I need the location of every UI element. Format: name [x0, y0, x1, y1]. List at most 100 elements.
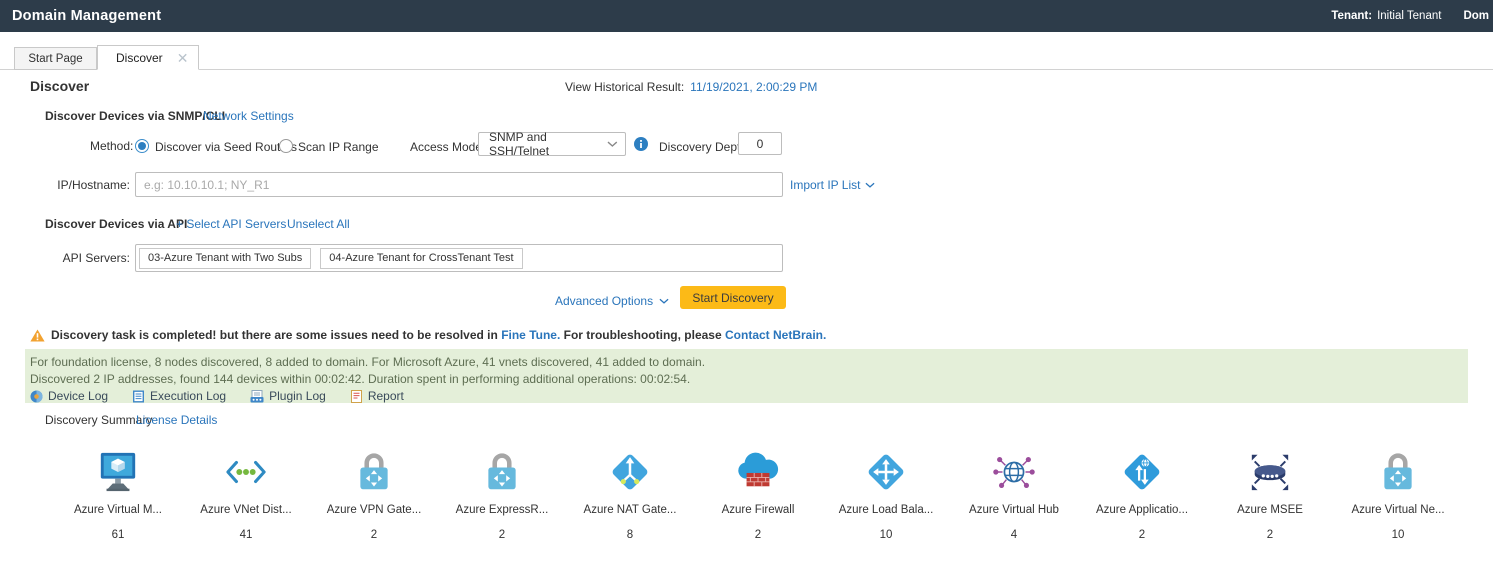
summary-item-azure-load-balancer[interactable]: Azure Load Bala... 10 [822, 448, 950, 541]
radio-scan-ip-range-label[interactable]: Scan IP Range [298, 140, 379, 154]
chevron-down-icon [865, 182, 875, 189]
azure-virtual-machine-icon [96, 448, 140, 496]
summary-item-azure-vpn-gateway[interactable]: Azure VPN Gate... 2 [310, 448, 438, 541]
tenant-label: Tenant: [1331, 10, 1372, 22]
summary-item-label: Azure MSEE [1237, 504, 1303, 516]
summary-item-azure-application-gateway[interactable]: Azure Applicatio... 2 [1078, 448, 1206, 541]
azure-load-balancer-icon [863, 448, 909, 496]
api-servers-box[interactable]: 03-Azure Tenant with Two Subs 04-Azure T… [135, 244, 783, 272]
api-servers-label: API Servers: [30, 251, 130, 265]
summary-item-azure-vnet[interactable]: Azure VNet Dist... 41 [182, 448, 310, 541]
contact-netbrain-link[interactable]: Contact NetBrain. [725, 328, 826, 342]
historical-result-link[interactable]: 11/19/2021, 2:00:29 PM [690, 80, 817, 94]
summary-item-label: Azure VNet Dist... [200, 504, 291, 516]
plugin-log-label: Plugin Log [269, 389, 326, 403]
import-ip-list-link[interactable]: Import IP List [790, 178, 875, 192]
historical-result-label: View Historical Result: [565, 80, 684, 94]
azure-virtual-hub-icon [991, 448, 1037, 496]
historical-result-row: View Historical Result: 11/19/2021, 2:00… [565, 80, 817, 94]
summary-item-count: 8 [627, 529, 633, 541]
summary-item-azure-expressroute[interactable]: Azure ExpressR... 2 [438, 448, 566, 541]
network-settings-link[interactable]: Network Settings [203, 109, 294, 123]
license-details-link[interactable]: License Details [136, 413, 217, 427]
execution-log-link[interactable]: Execution Log [132, 389, 226, 403]
summary-item-label: Azure Firewall [722, 504, 795, 516]
report-label: Report [368, 389, 404, 403]
summary-item-count: 4 [1011, 529, 1017, 541]
domain-management-page: Domain Management Tenant: Initial Tenant… [0, 0, 1493, 588]
summary-item-count: 2 [1139, 529, 1145, 541]
result-line-1: For foundation license, 8 nodes discover… [30, 353, 1463, 370]
summary-item-azure-msee[interactable]: Azure MSEE 2 [1206, 448, 1334, 541]
plugin-log-icon [250, 390, 264, 403]
tenant-value: Initial Tenant [1377, 10, 1441, 22]
plugin-log-link[interactable]: Plugin Log [250, 389, 326, 403]
summary-item-label: Azure ExpressR... [456, 504, 549, 516]
summary-item-count: 10 [1392, 529, 1405, 541]
page-header-title: Domain Management [12, 8, 161, 24]
api-server-chip[interactable]: 04-Azure Tenant for CrossTenant Test [320, 248, 522, 269]
tab-strip-divider [0, 69, 1493, 70]
summary-item-label: Azure VPN Gate... [327, 504, 422, 516]
advanced-options-link[interactable]: Advanced Options [555, 294, 669, 308]
report-icon [350, 390, 363, 403]
tab-start-page-label: Start Page [28, 53, 82, 65]
azure-msee-icon [1247, 448, 1293, 496]
unselect-all-link[interactable]: Unselect All [287, 217, 350, 231]
app-header: Domain Management Tenant: Initial Tenant… [0, 0, 1493, 32]
tab-start-page[interactable]: Start Page [14, 47, 97, 70]
discovery-depth-input[interactable] [738, 132, 782, 155]
summary-item-azure-nat-gateway[interactable]: Azure NAT Gate... 8 [566, 448, 694, 541]
summary-item-label: Azure Virtual Hub [969, 504, 1059, 516]
azure-vnet-icon [223, 448, 269, 496]
summary-item-count: 41 [240, 529, 253, 541]
summary-item-count: 2 [755, 529, 761, 541]
api-server-chip[interactable]: 03-Azure Tenant with Two Subs [139, 248, 311, 269]
summary-item-azure-virtual-network-gateway[interactable]: Azure Virtual Ne... 10 [1334, 448, 1462, 541]
radio-scan-ip-range[interactable] [279, 139, 293, 153]
tab-close-icon[interactable]: ✕ [177, 51, 189, 65]
summary-item-azure-virtual-machine[interactable]: Azure Virtual M... 61 [54, 448, 182, 541]
azure-expressroute-icon [482, 448, 522, 496]
warning-text: Discovery task is completed! but there a… [51, 328, 826, 342]
summary-item-azure-firewall[interactable]: Azure Firewall 2 [694, 448, 822, 541]
fine-tune-link[interactable]: Fine Tune. [501, 328, 560, 342]
summary-item-count: 2 [371, 529, 377, 541]
access-mode-selected-value: SNMP and SSH/Telnet [489, 130, 607, 158]
report-link[interactable]: Report [350, 389, 404, 403]
device-log-label: Device Log [48, 389, 108, 403]
domain-menu[interactable]: Dom [1463, 10, 1489, 22]
ip-hostname-input[interactable] [135, 172, 783, 197]
warning-middle: For troubleshooting, please [564, 328, 722, 342]
radio-discover-seed-routers[interactable] [135, 139, 149, 153]
warning-row: Discovery task is completed! but there a… [30, 328, 826, 342]
start-discovery-button[interactable]: Start Discovery [680, 286, 786, 309]
execution-log-icon [132, 390, 145, 403]
log-links-row: Device Log Execution Log Plugin Log [30, 389, 1463, 403]
access-mode-select[interactable]: SNMP and SSH/Telnet [478, 132, 626, 156]
api-section-title: Discover Devices via API [45, 217, 187, 231]
warning-icon [30, 329, 45, 342]
chevron-down-icon [659, 298, 669, 305]
azure-nat-gateway-icon [607, 448, 653, 496]
ip-hostname-label: IP/Hostname: [30, 178, 130, 192]
execution-log-label: Execution Log [150, 389, 226, 403]
discovery-summary-grid: Azure Virtual M... 61 Azure VNet Dist...… [54, 448, 1462, 541]
device-log-link[interactable]: Device Log [30, 389, 108, 403]
discovery-result-panel: For foundation license, 8 nodes discover… [25, 349, 1468, 403]
azure-virtual-network-gateway-icon [1378, 448, 1418, 496]
summary-item-label: Azure NAT Gate... [584, 504, 677, 516]
azure-vpn-gateway-icon [354, 448, 394, 496]
select-api-servers-link[interactable]: + Select API Servers [176, 217, 286, 231]
summary-item-azure-virtual-hub[interactable]: Azure Virtual Hub 4 [950, 448, 1078, 541]
discovery-depth-label: Discovery Depth: [659, 140, 750, 154]
radio-discover-seed-routers-label[interactable]: Discover via Seed Routers [155, 140, 297, 154]
info-icon[interactable] [634, 137, 648, 151]
summary-item-label: Azure Virtual Ne... [1351, 504, 1444, 516]
summary-item-count: 2 [1267, 529, 1273, 541]
tab-discover[interactable]: Discover ✕ [97, 45, 199, 70]
snmp-section-title: Discover Devices via SNMP/CLI [45, 109, 225, 123]
azure-application-gateway-icon [1119, 448, 1165, 496]
summary-item-label: Azure Applicatio... [1096, 504, 1188, 516]
warning-prefix: Discovery task is completed! but there a… [51, 328, 498, 342]
